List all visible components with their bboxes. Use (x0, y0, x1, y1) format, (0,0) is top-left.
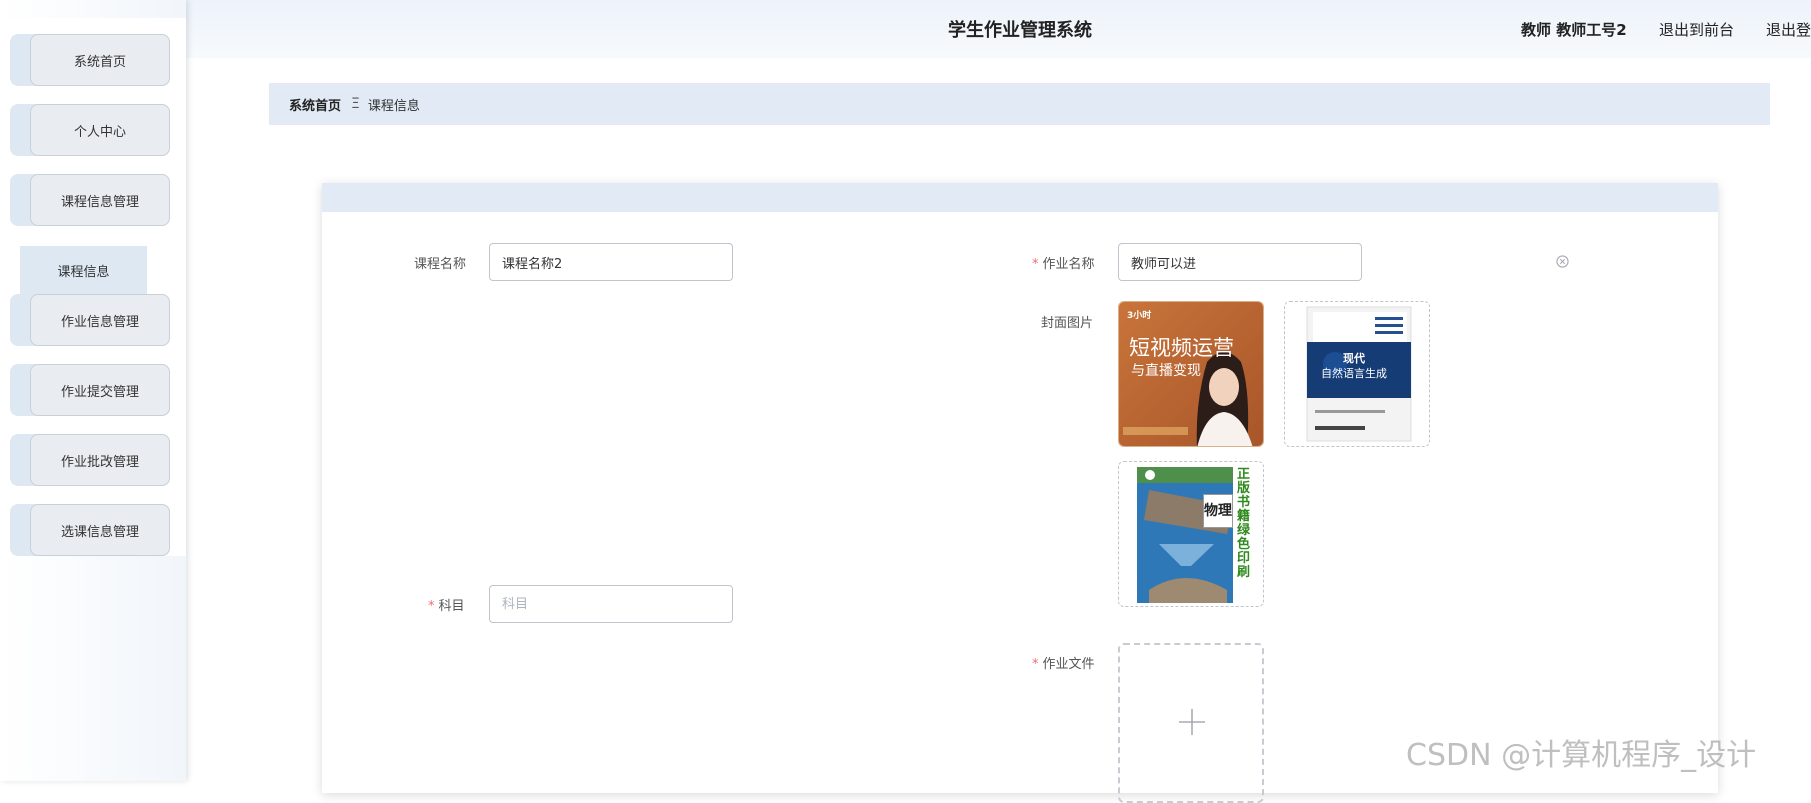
card-header-bar (322, 183, 1718, 212)
course-name-input[interactable] (489, 243, 733, 281)
breadcrumb-separator-icon: Ξ (351, 96, 360, 112)
sidebar-item-personal-center[interactable]: 个人中心 (10, 104, 170, 156)
cover-1-brand: 3小时 (1127, 311, 1152, 321)
top-header: 学生作业管理系统 教师 教师工号2 退出到前台 退出登录 (186, 0, 1811, 58)
sidebar-item-label: 系统首页 (30, 34, 170, 86)
sidebar-item-homework-management[interactable]: 作业信息管理 (10, 294, 170, 346)
homework-name-input[interactable] (1118, 243, 1362, 281)
page-title: 学生作业管理系统 (948, 20, 1092, 41)
sidebar-item-label: 作业信息管理 (30, 294, 170, 346)
exit-to-frontend-link[interactable]: 退出到前台 (1659, 19, 1734, 40)
cover-thumbnail-2[interactable]: 现代 自然语言生成 (1284, 301, 1430, 447)
sidebar-item-label: 课程信息管理 (30, 174, 170, 226)
required-marker: * (428, 599, 435, 614)
cover-image-label: 封面图片 (1041, 316, 1094, 331)
homework-file-label: * 作业文件 (1032, 653, 1095, 672)
homework-name-label: * 作业名称 (1032, 253, 1095, 272)
cover-3-title: 物理 (1203, 494, 1233, 528)
breadcrumb-current: 课程信息 (367, 98, 420, 114)
sidebar-item-home[interactable]: 系统首页 (10, 34, 170, 86)
sidebar: 系统首页 个人中心 课程信息管理 课程信息 作业信息管理 作业提交管理 作业批改… (0, 0, 186, 781)
user-info: 教师 教师工号2 (1521, 21, 1627, 39)
course-form-card: 课程名称 *作业名称 封面图片 3小时 短视频运营 与直播变现 (322, 183, 1718, 803)
homework-name-label-text: 作业名称 (1042, 257, 1095, 272)
sidebar-item-submission-management[interactable]: 作业提交管理 (10, 364, 170, 416)
course-name-label: 课程名称 (414, 253, 466, 272)
sidebar-item-enrollment-management[interactable]: 选课信息管理 (10, 504, 170, 556)
breadcrumb: 系统首页 Ξ 课程信息 (269, 83, 1770, 125)
plus-icon (1179, 709, 1205, 735)
cover-thumbnail-1[interactable]: 3小时 短视频运营 与直播变现 (1118, 301, 1264, 447)
required-marker: * (1032, 657, 1039, 672)
homework-file-label-text: 作业文件 (1042, 657, 1095, 672)
sidebar-subitem-course-info[interactable]: 课程信息 (20, 246, 147, 294)
cover-1-subtitle: 与直播变现 (1131, 363, 1201, 379)
sidebar-item-label: 作业提交管理 (30, 364, 170, 416)
cover-thumbnail-3[interactable]: 物理 正版书籍 绿色印刷 (1118, 461, 1264, 607)
subject-input[interactable] (489, 585, 733, 623)
subject-label: * 科目 (428, 595, 465, 614)
sidebar-item-label: 选课信息管理 (30, 504, 170, 556)
breadcrumb-home[interactable]: 系统首页 (289, 95, 341, 114)
subject-label-text: 科目 (438, 599, 465, 614)
sidebar-item-label: 个人中心 (30, 104, 170, 156)
homework-file-upload[interactable] (1118, 643, 1264, 803)
required-marker: * (1032, 257, 1039, 272)
watermark: CSDN @计算机程序_设计 (1406, 738, 1757, 773)
cover-1-title: 短视频运营 (1129, 336, 1234, 360)
cover-2-subtitle: 自然语言生成 (1321, 367, 1387, 380)
sidebar-menu: 系统首页 个人中心 课程信息管理 课程信息 作业信息管理 作业提交管理 作业批改… (0, 18, 186, 556)
sidebar-item-course-management[interactable]: 课程信息管理 (10, 174, 170, 226)
cover-3-side-text: 正版书籍 绿色印刷 (1237, 467, 1251, 580)
sidebar-item-label: 作业批改管理 (30, 434, 170, 486)
cover-2-title: 现代 (1343, 352, 1365, 365)
clear-icon[interactable] (1556, 255, 1569, 268)
logout-link[interactable]: 退出登录 (1766, 19, 1811, 40)
course-name-label-text: 课程名称 (414, 257, 467, 272)
sidebar-item-grading-management[interactable]: 作业批改管理 (10, 434, 170, 486)
